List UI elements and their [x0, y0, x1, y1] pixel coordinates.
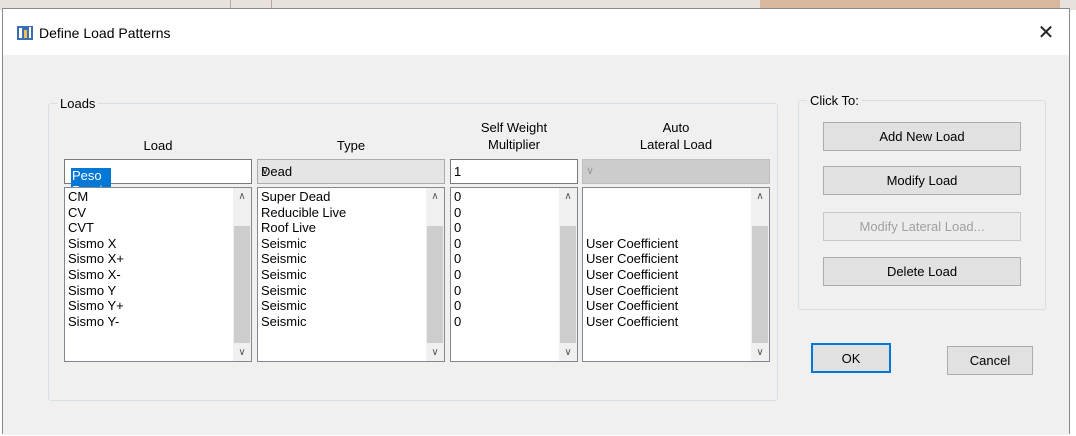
cancel-button[interactable]: Cancel [947, 346, 1033, 375]
list-item[interactable] [586, 189, 749, 205]
list-item[interactable]: 0 [454, 236, 557, 252]
title-bar: Define Load Patterns ✕ [3, 9, 1069, 55]
list-item[interactable]: CV [68, 205, 231, 221]
modify-load-button[interactable]: Modify Load [823, 166, 1021, 195]
scrollbar[interactable]: ∧ ∨ [559, 188, 577, 361]
list-item[interactable]: Sismo Y [68, 283, 231, 299]
auto-lateral-load-select: ∨ [582, 159, 770, 184]
list-item[interactable]: User Coefficient [586, 298, 749, 314]
list-item[interactable] [586, 205, 749, 221]
self-weight-multiplier-input[interactable]: 1 [450, 159, 578, 184]
close-button[interactable]: ✕ [1023, 9, 1069, 55]
loads-group: Loads Load Type Self Weight Multiplier A… [48, 96, 778, 401]
load-name-input[interactable]: Peso Propio [64, 159, 252, 198]
column-header-load: Load [143, 138, 173, 153]
delete-load-button[interactable]: Delete Load [823, 257, 1021, 286]
auto-lateral-load-list[interactable]: User Coefficient User Coefficient User C… [582, 187, 770, 362]
list-item[interactable] [586, 220, 749, 236]
list-item[interactable]: Seismic [261, 267, 424, 283]
list-item[interactable]: CM [68, 189, 231, 205]
list-item[interactable]: User Coefficient [586, 267, 749, 283]
add-new-load-button[interactable]: Add New Load [823, 122, 1021, 151]
load-list[interactable]: CM CV CVT Sismo X Sismo X+ Sismo X- Sism… [64, 187, 252, 362]
list-item[interactable]: Seismic [261, 283, 424, 299]
list-item[interactable]: Seismic [261, 298, 424, 314]
click-to-group-label: Click To: [807, 93, 862, 108]
chevron-up-icon[interactable]: ∧ [751, 188, 769, 205]
list-item[interactable]: Seismic [261, 251, 424, 267]
list-item[interactable]: Seismic [261, 314, 424, 330]
window-title: Define Load Patterns [39, 25, 171, 41]
list-item[interactable]: Roof Live [261, 220, 424, 236]
scrollbar[interactable]: ∧ ∨ [751, 188, 769, 361]
column-header-auto-lateral-load: Auto Lateral Load [639, 120, 713, 152]
column-header-self-weight-multiplier: Self Weight Multiplier [480, 120, 548, 152]
list-item[interactable]: 0 [454, 267, 557, 283]
chevron-down-icon[interactable]: ∨ [751, 344, 769, 361]
chevron-down-icon[interactable]: ∨ [233, 344, 251, 361]
list-item[interactable]: Reducible Live [261, 205, 424, 221]
list-item[interactable]: Sismo X [68, 236, 231, 252]
scroll-thumb[interactable] [427, 226, 443, 343]
type-select[interactable]: Dead ∨ [257, 159, 445, 184]
scroll-thumb[interactable] [752, 226, 768, 343]
ok-button[interactable]: OK [811, 343, 891, 373]
define-load-patterns-dialog: Define Load Patterns ✕ Loads Load Type S… [2, 8, 1070, 435]
chevron-down-icon[interactable]: ∨ [559, 344, 577, 361]
list-item[interactable]: 0 [454, 298, 557, 314]
list-item[interactable]: User Coefficient [586, 283, 749, 299]
list-item[interactable]: 0 [454, 314, 557, 330]
list-item[interactable]: 0 [454, 189, 557, 205]
app-icon [17, 26, 33, 40]
scroll-thumb[interactable] [560, 226, 576, 343]
list-item[interactable]: 0 [454, 220, 557, 236]
list-item[interactable]: Sismo X+ [68, 251, 231, 267]
dialog-body: Loads Load Type Self Weight Multiplier A… [3, 55, 1069, 435]
chevron-down-icon: ∨ [586, 165, 595, 177]
list-item[interactable]: Sismo Y- [68, 314, 231, 330]
list-item[interactable]: Super Dead [261, 189, 424, 205]
list-item[interactable]: User Coefficient [586, 251, 749, 267]
chevron-up-icon[interactable]: ∧ [559, 188, 577, 205]
chevron-down-icon[interactable]: ∨ [426, 344, 444, 361]
list-item[interactable]: User Coefficient [586, 236, 749, 252]
list-item[interactable]: Sismo X- [68, 267, 231, 283]
chevron-up-icon[interactable]: ∧ [426, 188, 444, 205]
multiplier-list[interactable]: 0 0 0 0 0 0 0 0 0 ∧ ∨ [450, 187, 578, 362]
column-header-type: Type [336, 138, 366, 153]
chevron-down-icon: ∨ [261, 165, 270, 177]
scrollbar[interactable]: ∧ ∨ [233, 188, 251, 361]
list-item[interactable]: Sismo Y+ [68, 298, 231, 314]
loads-group-label: Loads [57, 96, 99, 111]
list-item[interactable]: 0 [454, 251, 557, 267]
scroll-thumb[interactable] [234, 226, 250, 343]
list-item[interactable]: User Coefficient [586, 314, 749, 330]
scrollbar[interactable]: ∧ ∨ [426, 188, 444, 361]
list-item[interactable]: 0 [454, 283, 557, 299]
type-list[interactable]: Super Dead Reducible Live Roof Live Seis… [257, 187, 445, 362]
list-item[interactable]: Seismic [261, 236, 424, 252]
click-to-group: Click To: Add New Load Modify Load Modif… [798, 93, 1046, 310]
modify-lateral-load-button: Modify Lateral Load... [823, 212, 1021, 241]
chevron-up-icon[interactable]: ∧ [233, 188, 251, 205]
close-icon: ✕ [1037, 21, 1055, 44]
list-item[interactable]: CVT [68, 220, 231, 236]
list-item[interactable]: 0 [454, 205, 557, 221]
